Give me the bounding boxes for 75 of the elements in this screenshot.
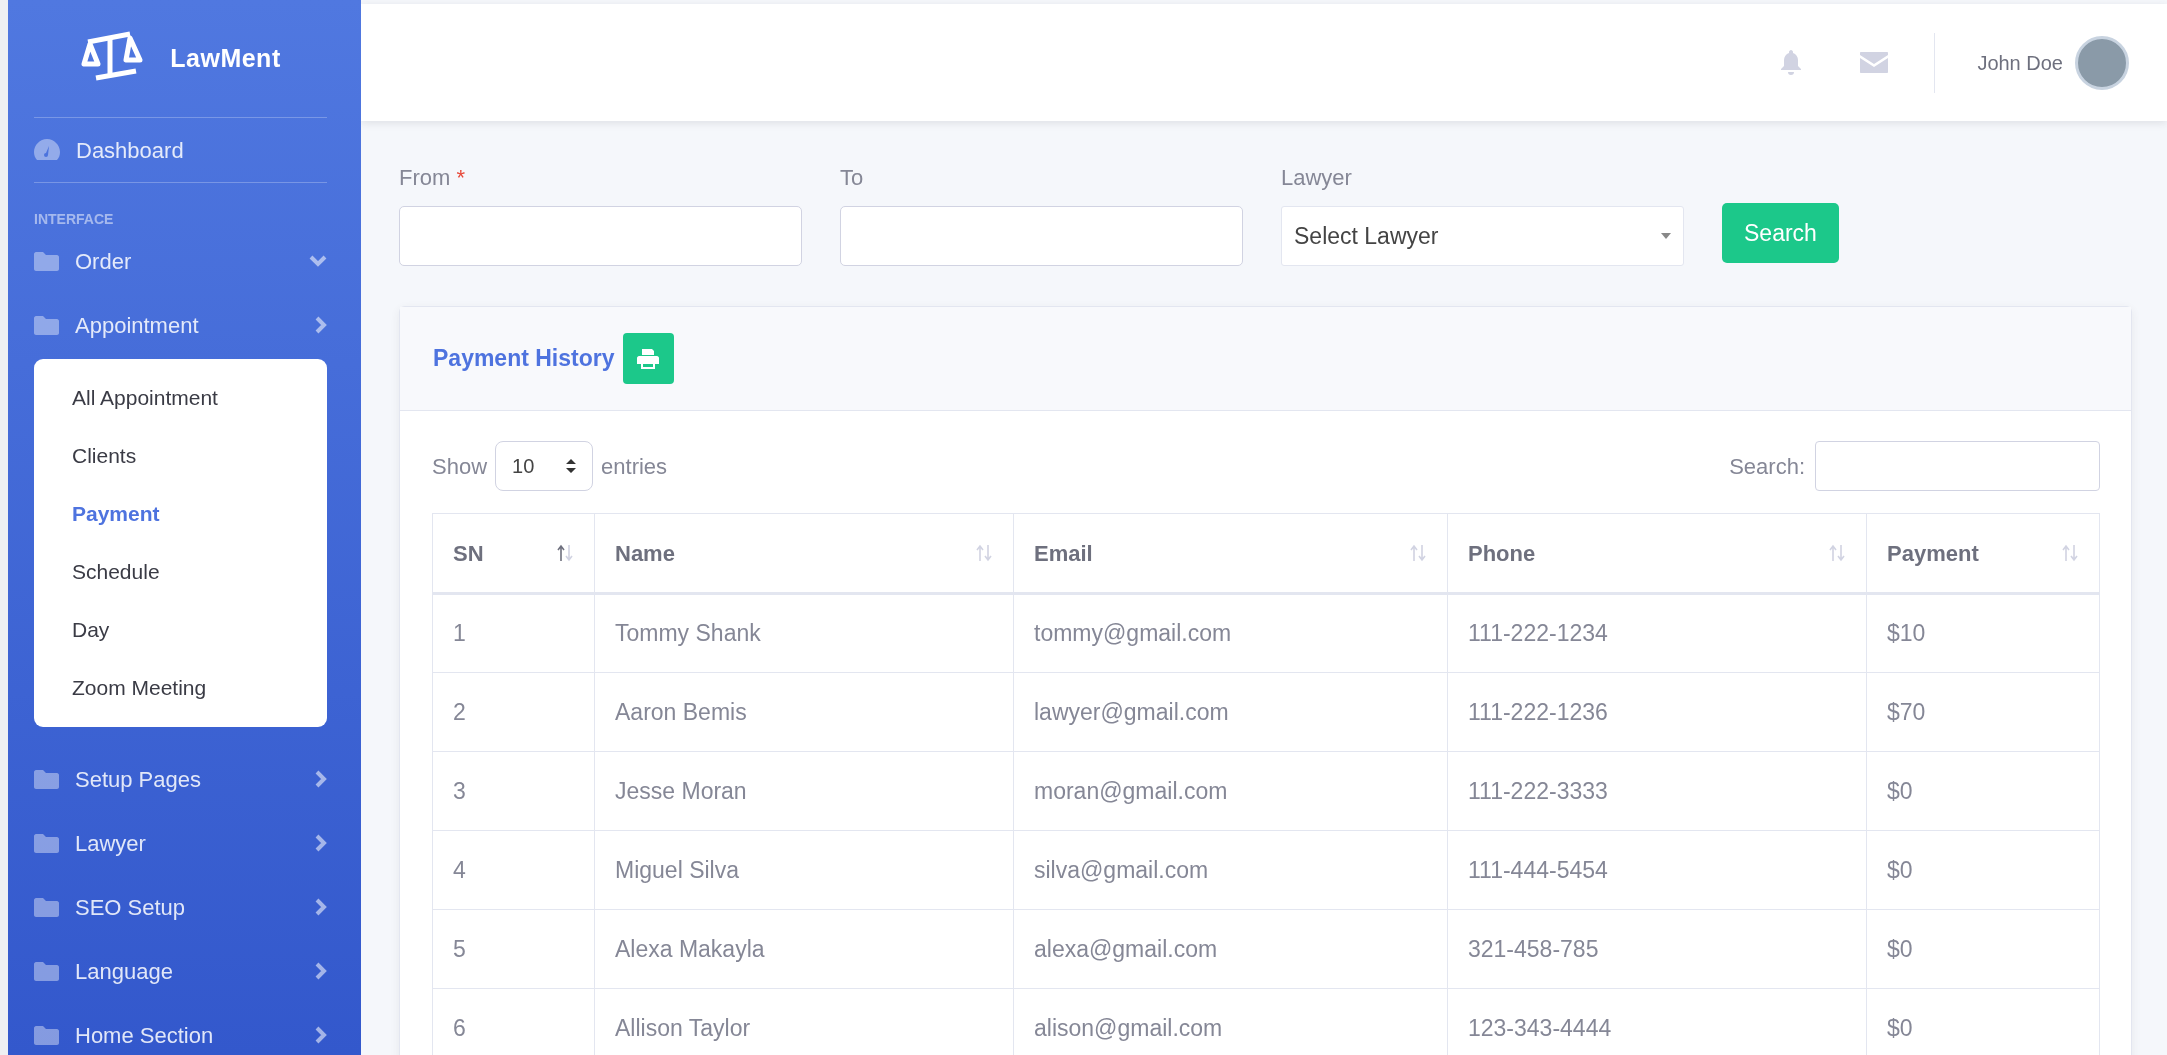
submenu-item[interactable]: Zoom Meeting [34, 659, 327, 717]
table-cell: Alexa Makayla [594, 909, 1014, 989]
brand-name: LawMent [170, 42, 281, 74]
from-label: From * [399, 164, 466, 192]
table-cell: $0 [1866, 751, 2100, 831]
table-cell: silva@gmail.com [1013, 830, 1448, 910]
column-header[interactable]: Email [1013, 513, 1448, 594]
print-button[interactable] [622, 333, 674, 384]
show-label: Show [432, 452, 488, 481]
table-cell: 3 [432, 751, 595, 831]
folder-icon [34, 769, 59, 789]
table-cell: 4 [432, 830, 595, 910]
table-cell: Miguel Silva [594, 830, 1014, 910]
gauge-icon [34, 139, 60, 161]
sidebar-item[interactable]: Dashboard [34, 118, 327, 182]
column-header[interactable]: Phone [1447, 513, 1867, 594]
card-title: Payment History [433, 344, 615, 374]
table-cell: 1 [432, 593, 595, 673]
submenu-item[interactable]: Day [34, 601, 327, 659]
folder-icon [34, 315, 59, 335]
entries-select[interactable]: 10 [495, 441, 594, 491]
table-cell: $0 [1866, 909, 2100, 989]
folder-icon [34, 1025, 59, 1045]
table-cell: Tommy Shank [594, 593, 1014, 673]
submenu-item[interactable]: All Appointment [34, 369, 327, 427]
to-label: To [840, 164, 865, 192]
column-header[interactable]: SN [432, 513, 595, 594]
bell-icon[interactable] [1780, 49, 1803, 76]
lawyer-select[interactable]: Select Lawyer [1281, 206, 1684, 266]
sidebar-item[interactable]: SEO Setup [34, 875, 327, 939]
caret-icon [566, 459, 577, 473]
folder-icon [34, 833, 59, 853]
table-cell: 111-222-1236 [1447, 672, 1867, 752]
table-cell: alexa@gmail.com [1013, 909, 1448, 989]
sidebar-item[interactable]: Lawyer [34, 811, 327, 875]
sidebar-item[interactable]: Home Section [34, 1003, 327, 1055]
search-field[interactable] [1815, 441, 2100, 491]
user-name[interactable]: John Doe [1977, 47, 2063, 78]
sidebar-item[interactable]: Appointment [34, 293, 327, 357]
submenu-item[interactable]: Schedule [34, 543, 327, 601]
sidebar-item[interactable]: Language [34, 939, 327, 1003]
table-cell: 111-444-5454 [1447, 830, 1867, 910]
table-cell: tommy@gmail.com [1013, 593, 1448, 673]
column-header[interactable]: Payment [1866, 513, 2100, 594]
from-field[interactable] [399, 206, 802, 266]
to-field[interactable] [840, 206, 1243, 266]
caret-icon [1661, 233, 1671, 239]
table-cell: 6 [432, 988, 595, 1055]
table-cell: 321-458-785 [1447, 909, 1867, 989]
search-label: Search: [1729, 452, 1805, 481]
printer-icon [637, 348, 659, 369]
avatar[interactable] [2075, 35, 2129, 90]
lawyer-label: Lawyer [1281, 164, 1353, 192]
folder-icon [34, 897, 59, 917]
envelope-icon[interactable] [1860, 52, 1889, 73]
table-cell: 2 [432, 672, 595, 752]
folder-icon [34, 961, 59, 981]
table-cell: $0 [1866, 830, 2100, 910]
entries-label: entries [601, 452, 668, 481]
table-cell: lawyer@gmail.com [1013, 672, 1448, 752]
table-cell: moran@gmail.com [1013, 751, 1448, 831]
table-cell: $70 [1866, 672, 2100, 752]
table-cell: $10 [1866, 593, 2100, 673]
table-cell: Aaron Bemis [594, 672, 1014, 752]
sidebar-item[interactable]: Setup Pages [34, 747, 327, 811]
folder-icon [34, 251, 59, 271]
column-header[interactable]: Name [594, 513, 1014, 594]
table-cell: 111-222-3333 [1447, 751, 1867, 831]
table-cell: 111-222-1234 [1447, 593, 1867, 673]
sidebar-item[interactable]: Order [34, 229, 327, 293]
submenu-item[interactable]: Clients [34, 427, 327, 485]
submenu-item[interactable]: Payment [34, 485, 327, 543]
table-cell: Jesse Moran [594, 751, 1014, 831]
table-cell: 5 [432, 909, 595, 989]
section-heading: INTERFACE [34, 210, 115, 229]
